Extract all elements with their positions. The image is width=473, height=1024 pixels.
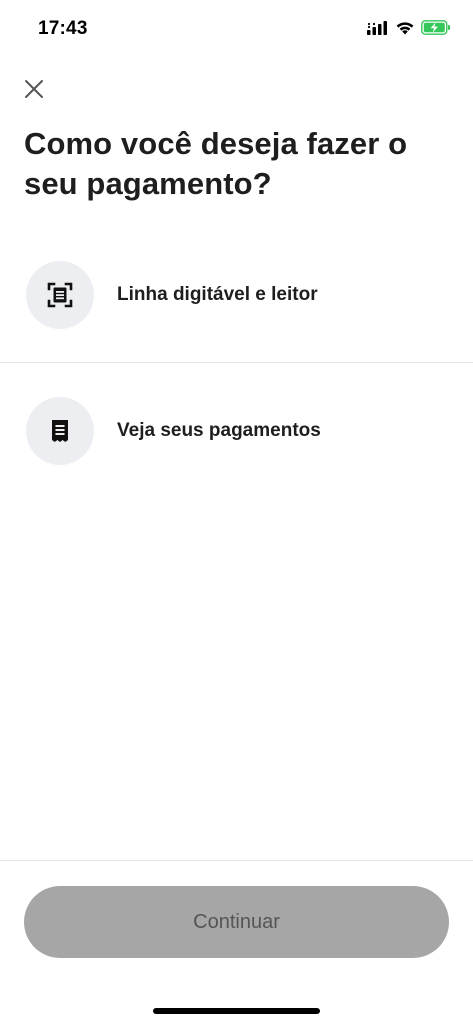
- status-time: 17:43: [38, 18, 88, 39]
- option-label: Veja seus pagamentos: [117, 420, 321, 441]
- status-bar: 17:43: [0, 0, 473, 56]
- home-indicator[interactable]: [153, 1008, 320, 1014]
- barcode-scanner-icon: [26, 261, 94, 329]
- close-icon: [24, 79, 44, 104]
- status-icons: [367, 20, 451, 35]
- close-button[interactable]: [20, 77, 48, 105]
- signal-icon: [367, 20, 389, 35]
- option-label: Linha digitável e leitor: [117, 284, 318, 305]
- payment-method-screen: 17:43 Como você deseja fazer o seu pagam…: [0, 0, 473, 1024]
- option-view-payments[interactable]: Veja seus pagamentos: [0, 379, 473, 483]
- option-barcode-reader[interactable]: Linha digitável e leitor: [0, 243, 473, 347]
- battery-charging-icon: [421, 20, 451, 35]
- wifi-icon: [395, 20, 415, 35]
- divider: [0, 362, 473, 363]
- page-title: Como você deseja fazer o seu pagamento?: [24, 126, 408, 201]
- footer-divider: [0, 860, 473, 861]
- receipt-icon: [26, 397, 94, 465]
- continue-button[interactable]: Continuar: [24, 886, 449, 958]
